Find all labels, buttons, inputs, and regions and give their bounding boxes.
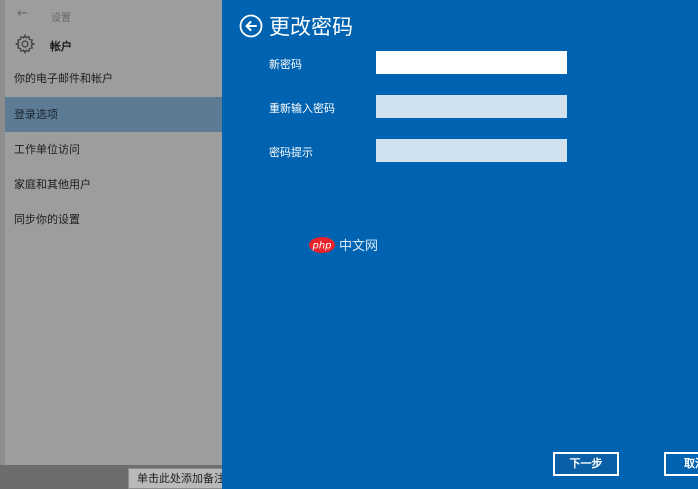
cancel-button[interactable]: 取消 [664, 452, 698, 476]
menu-item-family-users[interactable]: 家庭和其他用户 [5, 167, 222, 202]
watermark-site-text: 中文网 [339, 239, 378, 254]
dialog-title: 更改密码 [269, 15, 353, 39]
settings-title: 设置 [51, 13, 71, 24]
back-arrow-icon[interactable]: ← [17, 6, 28, 21]
menu-item-label: 同步你的设置 [14, 213, 80, 226]
notes-placeholder[interactable]: 单击此处添加备注 [128, 468, 228, 489]
menu-item-label: 你的电子邮件和帐户 [14, 72, 113, 85]
php-cn-watermark: php 中文网 [309, 237, 378, 254]
menu-item-work-access[interactable]: 工作单位访问 [5, 132, 222, 167]
new-password-input[interactable] [376, 51, 567, 74]
gear-icon [14, 33, 36, 55]
section-title: 帐户 [50, 40, 72, 53]
new-password-label: 新密码 [269, 58, 302, 71]
menu-item-email-accounts[interactable]: 你的电子邮件和帐户 [5, 61, 222, 96]
settings-window: ← 设置 帐户 你的电子邮件和帐户 登录选项 工作单位访问 家庭和其他用户 同步… [5, 0, 222, 465]
confirm-password-label: 重新输入密码 [269, 102, 335, 115]
password-hint-label: 密码提示 [269, 146, 313, 159]
menu-item-label: 家庭和其他用户 [14, 178, 91, 191]
menu-item-sign-in-options[interactable]: 登录选项 [5, 97, 222, 132]
menu-item-label: 工作单位访问 [14, 143, 80, 156]
menu-item-label: 登录选项 [14, 108, 58, 121]
menu-item-sync-settings[interactable]: 同步你的设置 [5, 202, 222, 237]
watermark-logo-text: php [311, 241, 331, 252]
next-button[interactable]: 下一步 [553, 452, 619, 476]
password-hint-input[interactable] [376, 139, 567, 162]
confirm-password-input[interactable] [376, 95, 567, 118]
circle-back-arrow-icon[interactable] [239, 14, 263, 38]
settings-titlebar: ← 设置 [5, 0, 222, 28]
change-password-dialog: 更改密码 新密码 重新输入密码 密码提示 php 中文网 下一步 取消 [222, 0, 698, 489]
